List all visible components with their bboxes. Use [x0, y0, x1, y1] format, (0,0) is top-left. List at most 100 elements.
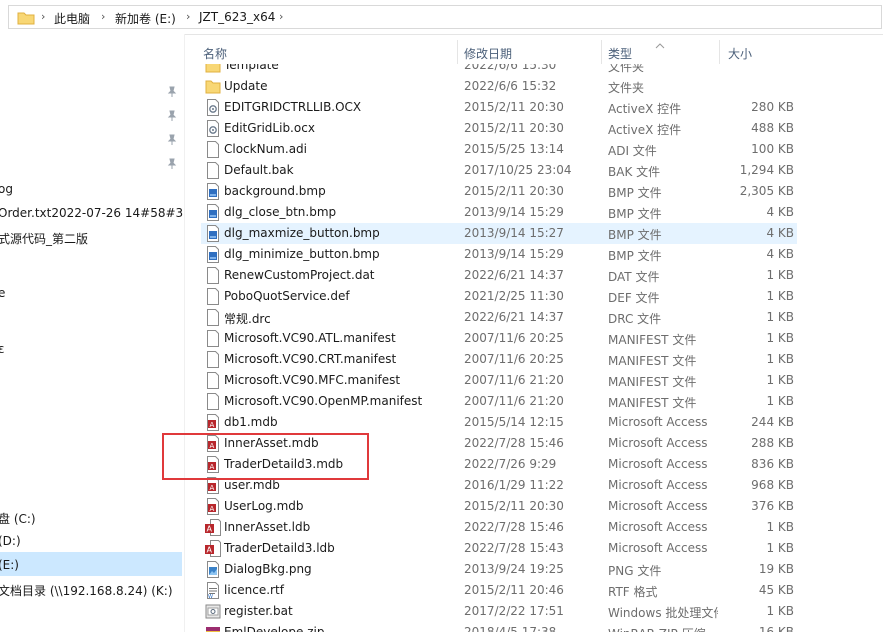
file-row[interactable]: A UserLog.mdb 2015/2/11 20:30 Microsoft Acc…: [201, 496, 797, 517]
file-row[interactable]: Microsoft.VC90.CRT.manifest 2007/11/6 20:…: [201, 349, 797, 370]
file-type: Microsoft Access: [608, 457, 708, 471]
file-row[interactable]: ClockNum.adi 2015/5/25 13:14 ADI 文件 100 KB: [201, 139, 797, 160]
file-type: MANIFEST 文件: [608, 354, 697, 368]
column-header: 名称 修改日期 类型 大小: [185, 40, 883, 64]
column-resize-handle[interactable]: [719, 40, 720, 64]
file-type: ActiveX 控件: [608, 102, 682, 116]
nav-item[interactable]: Order.txt2022-07-26 14#58#35: [0, 206, 184, 220]
file-date: 2017/10/25 23:04: [464, 163, 572, 177]
file-row[interactable]: RenewCustomProject.dat 2022/6/21 14:37 DAT…: [201, 265, 797, 286]
nav-item[interactable]: og: [0, 182, 13, 196]
file-size: 16 KB: [758, 625, 794, 632]
file-list: 名称 修改日期 类型 大小 Template 2022/6/6 15:30 文件夹 U…: [185, 34, 883, 632]
pin-icon[interactable]: [166, 134, 178, 149]
file-row[interactable]: EditGridLib.ocx 2015/2/11 20:30 ActiveX 控件…: [201, 118, 797, 139]
file-size: 4 KB: [766, 226, 794, 240]
file-type: BMP 文件: [608, 228, 662, 242]
file-type: MANIFEST 文件: [608, 375, 697, 389]
chevron-right-icon[interactable]: ›: [279, 10, 283, 23]
bmp-file-icon: [205, 246, 221, 263]
svg-text:A: A: [207, 546, 213, 555]
file-date: 2015/2/11 20:30: [464, 100, 564, 114]
sort-up-icon: [655, 38, 665, 52]
chevron-right-icon[interactable]: ›: [101, 10, 105, 23]
nav-item[interactable]: 文档目录 (\\192.168.8.24) (K:): [0, 582, 173, 599]
file-row[interactable]: Adb1.mdb 2015/5/14 12:15 Microsoft Access 2…: [201, 412, 797, 433]
file-row[interactable]: PoboQuotService.def 2021/2/25 11:30 DEF 文件…: [201, 286, 797, 307]
file-row[interactable]: register.bat 2017/2/22 17:51 Windows 批处理文件…: [201, 601, 797, 622]
pin-icon[interactable]: [166, 86, 178, 101]
file-type: 文件夹: [608, 81, 645, 95]
file-row[interactable]: A InnerAsset.ldb 2022/7/28 15:46 Microsoft …: [201, 517, 797, 538]
column-date[interactable]: 修改日期: [464, 45, 512, 62]
address-box[interactable]: › 此电脑 › 新加卷 (E:) › JZT_623_x64 ›: [8, 5, 882, 29]
file-type: DEF 文件: [608, 291, 660, 305]
file-type: MANIFEST 文件: [608, 396, 697, 410]
column-resize-handle[interactable]: [457, 40, 458, 64]
blank-file-icon: [205, 393, 221, 410]
file-date: 2021/2/25 11:30: [464, 289, 564, 303]
file-type: Microsoft Access: [608, 436, 708, 450]
file-row[interactable]: Update 2022/6/6 15:32 文件夹: [201, 76, 797, 97]
file-name: user.mdb: [224, 478, 280, 492]
file-row[interactable]: Microsoft.VC90.OpenMP.manifest 2007/11/6 …: [201, 391, 797, 412]
file-row[interactable]: dlg_maxmize_button.bmp 2013/9/14 15:27 BMP…: [201, 223, 797, 244]
file-name: Update: [224, 79, 268, 93]
file-type: Windows 批处理文件: [608, 606, 718, 620]
file-row[interactable]: DialogBkg.png 2013/9/24 19:25 PNG 文件 19 KB: [201, 559, 797, 580]
file-row[interactable]: EDITGRIDCTRLLIB.OCX 2015/2/11 20:30 Active…: [201, 97, 797, 118]
file-date: 2022/6/21 14:37: [464, 310, 564, 324]
file-size: 45 KB: [758, 583, 794, 597]
file-name: ClockNum.adi: [224, 142, 307, 156]
file-type: Microsoft Access: [608, 478, 708, 492]
file-name: db1.mdb: [224, 415, 278, 429]
file-date: 2022/7/28 15:46: [464, 520, 564, 534]
file-type: ActiveX 控件: [608, 123, 682, 137]
file-type: ADI 文件: [608, 144, 657, 158]
file-row[interactable]: A TraderDetaild3.ldb 2022/7/28 15:43 Micros…: [201, 538, 797, 559]
breadcrumb-folder[interactable]: JZT_623_x64: [199, 10, 275, 24]
file-date: 2022/6/6 15:32: [464, 79, 557, 93]
file-date: 2015/5/25 13:14: [464, 142, 564, 156]
file-size: 968 KB: [751, 478, 794, 492]
breadcrumb-this-pc[interactable]: 此电脑: [54, 10, 90, 27]
file-row[interactable]: 常规.drc 2022/6/21 14:37 DRC 文件 1 KB: [201, 307, 797, 328]
file-row[interactable]: dlg_minimize_button.bmp 2013/9/14 15:29 BM…: [201, 244, 797, 265]
chevron-right-icon[interactable]: ›: [186, 10, 190, 23]
file-type: PNG 文件: [608, 564, 662, 578]
column-size[interactable]: 大小: [728, 45, 752, 62]
svg-text:W: W: [208, 594, 213, 599]
nav-item[interactable]: (D:): [0, 534, 21, 548]
file-size: 1 KB: [766, 373, 794, 387]
pin-icon[interactable]: [166, 158, 178, 173]
file-row[interactable]: EmlDevelope.zip 2018/4/5 17:38 WinRAR ZIP …: [201, 622, 797, 632]
file-size: 376 KB: [751, 499, 794, 513]
file-name: PoboQuotService.def: [224, 289, 350, 303]
column-name[interactable]: 名称: [203, 45, 227, 62]
file-row[interactable]: Wlicence.rtf 2015/2/11 20:46 RTF 格式 45 KB: [201, 580, 797, 601]
chevron-right-icon[interactable]: ›: [41, 10, 45, 23]
nav-item[interactable]: e: [0, 286, 5, 300]
breadcrumb-drive-e[interactable]: 新加卷 (E:): [115, 10, 176, 27]
file-row[interactable]: dlg_close_btn.bmp 2013/9/14 15:29 BMP 文件 4 …: [201, 202, 797, 223]
nav-item[interactable]: 盘 (C:): [0, 510, 36, 527]
file-row[interactable]: Microsoft.VC90.ATL.manifest 2007/11/6 20:…: [201, 328, 797, 349]
file-date: 2022/7/28 15:43: [464, 541, 564, 555]
bat-file-icon: [205, 603, 221, 620]
file-name: 常规.drc: [224, 312, 271, 326]
file-row[interactable]: background.bmp 2015/2/11 20:30 BMP 文件 2,305…: [201, 181, 797, 202]
nav-item[interactable]: ɛ: [0, 342, 5, 356]
file-row[interactable]: Default.bak 2017/10/25 23:04 BAK 文件 1,294 K…: [201, 160, 797, 181]
column-resize-handle[interactable]: [601, 40, 602, 64]
file-date: 2018/4/5 17:38: [464, 625, 557, 632]
nav-item[interactable]: 式源代码_第二版: [0, 230, 88, 247]
nav-item[interactable]: (E:): [0, 558, 19, 572]
file-size: 1,294 KB: [739, 163, 794, 177]
file-row[interactable]: Microsoft.VC90.MFC.manifest 2007/11/6 21:…: [201, 370, 797, 391]
file-name: Microsoft.VC90.CRT.manifest: [224, 352, 397, 366]
file-name: Microsoft.VC90.ATL.manifest: [224, 331, 396, 345]
pin-icon[interactable]: [166, 110, 178, 125]
folder-icon: [205, 78, 221, 95]
file-size: 1 KB: [766, 604, 794, 618]
column-type[interactable]: 类型: [608, 45, 632, 62]
